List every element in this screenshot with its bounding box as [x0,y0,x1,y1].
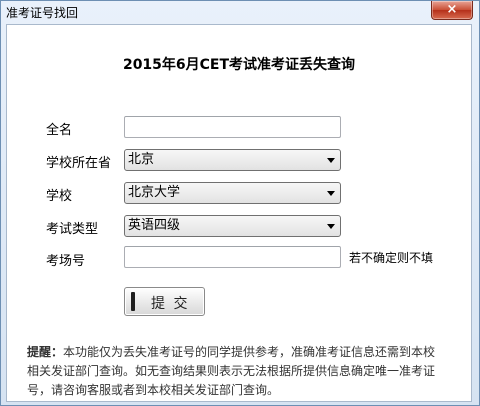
school-selected: 北京大学 [128,185,181,200]
submit-button[interactable]: 提 交 [124,287,205,316]
exam-type-label: 考试类型 [46,222,99,237]
notice-body: 本功能仅为丢失准考证号的同学提供参考，准确准考证信息还需到本校相关发证部门查询。… [27,345,436,397]
fullname-label: 全名 [46,123,73,138]
submit-label: 提 交 [151,296,190,312]
dropdown-arrow-icon [327,191,335,196]
fullname-input[interactable] [124,116,341,138]
school-select[interactable]: 北京大学 [124,182,341,204]
province-label: 学校所在省 [46,156,112,171]
notice-label: 提醒： [27,345,64,359]
title-bar[interactable]: 准考证号找回 × [1,1,479,23]
exam-type-selected: 英语四级 [128,218,181,233]
school-label: 学校 [46,189,73,204]
exam-type-select[interactable]: 英语四级 [124,215,341,237]
dialog-window: 准考证号找回 × 2015年6月CET考试准考证丢失查询 全名 学校所在省 北京… [0,0,480,406]
window-title: 准考证号找回 [6,6,79,20]
close-icon: × [446,2,458,17]
exam-room-input[interactable] [124,246,341,268]
button-grip-icon [131,292,135,311]
exam-room-label: 考场号 [46,254,86,269]
exam-room-hint: 若不确定则不填 [349,251,434,265]
dropdown-arrow-icon [327,158,335,163]
page-title: 2015年6月CET考试准考证丢失查询 [122,57,356,73]
close-button[interactable]: × [431,1,473,20]
province-selected: 北京 [128,152,155,167]
dialog-body: 2015年6月CET考试准考证丢失查询 全名 学校所在省 北京 学校 北京大学 … [6,24,472,402]
notice-text: 提醒：本功能仅为丢失准考证号的同学提供参考，准确准考证信息还需到本校相关发证部门… [27,343,445,400]
dropdown-arrow-icon [327,224,335,229]
province-select[interactable]: 北京 [124,149,341,171]
